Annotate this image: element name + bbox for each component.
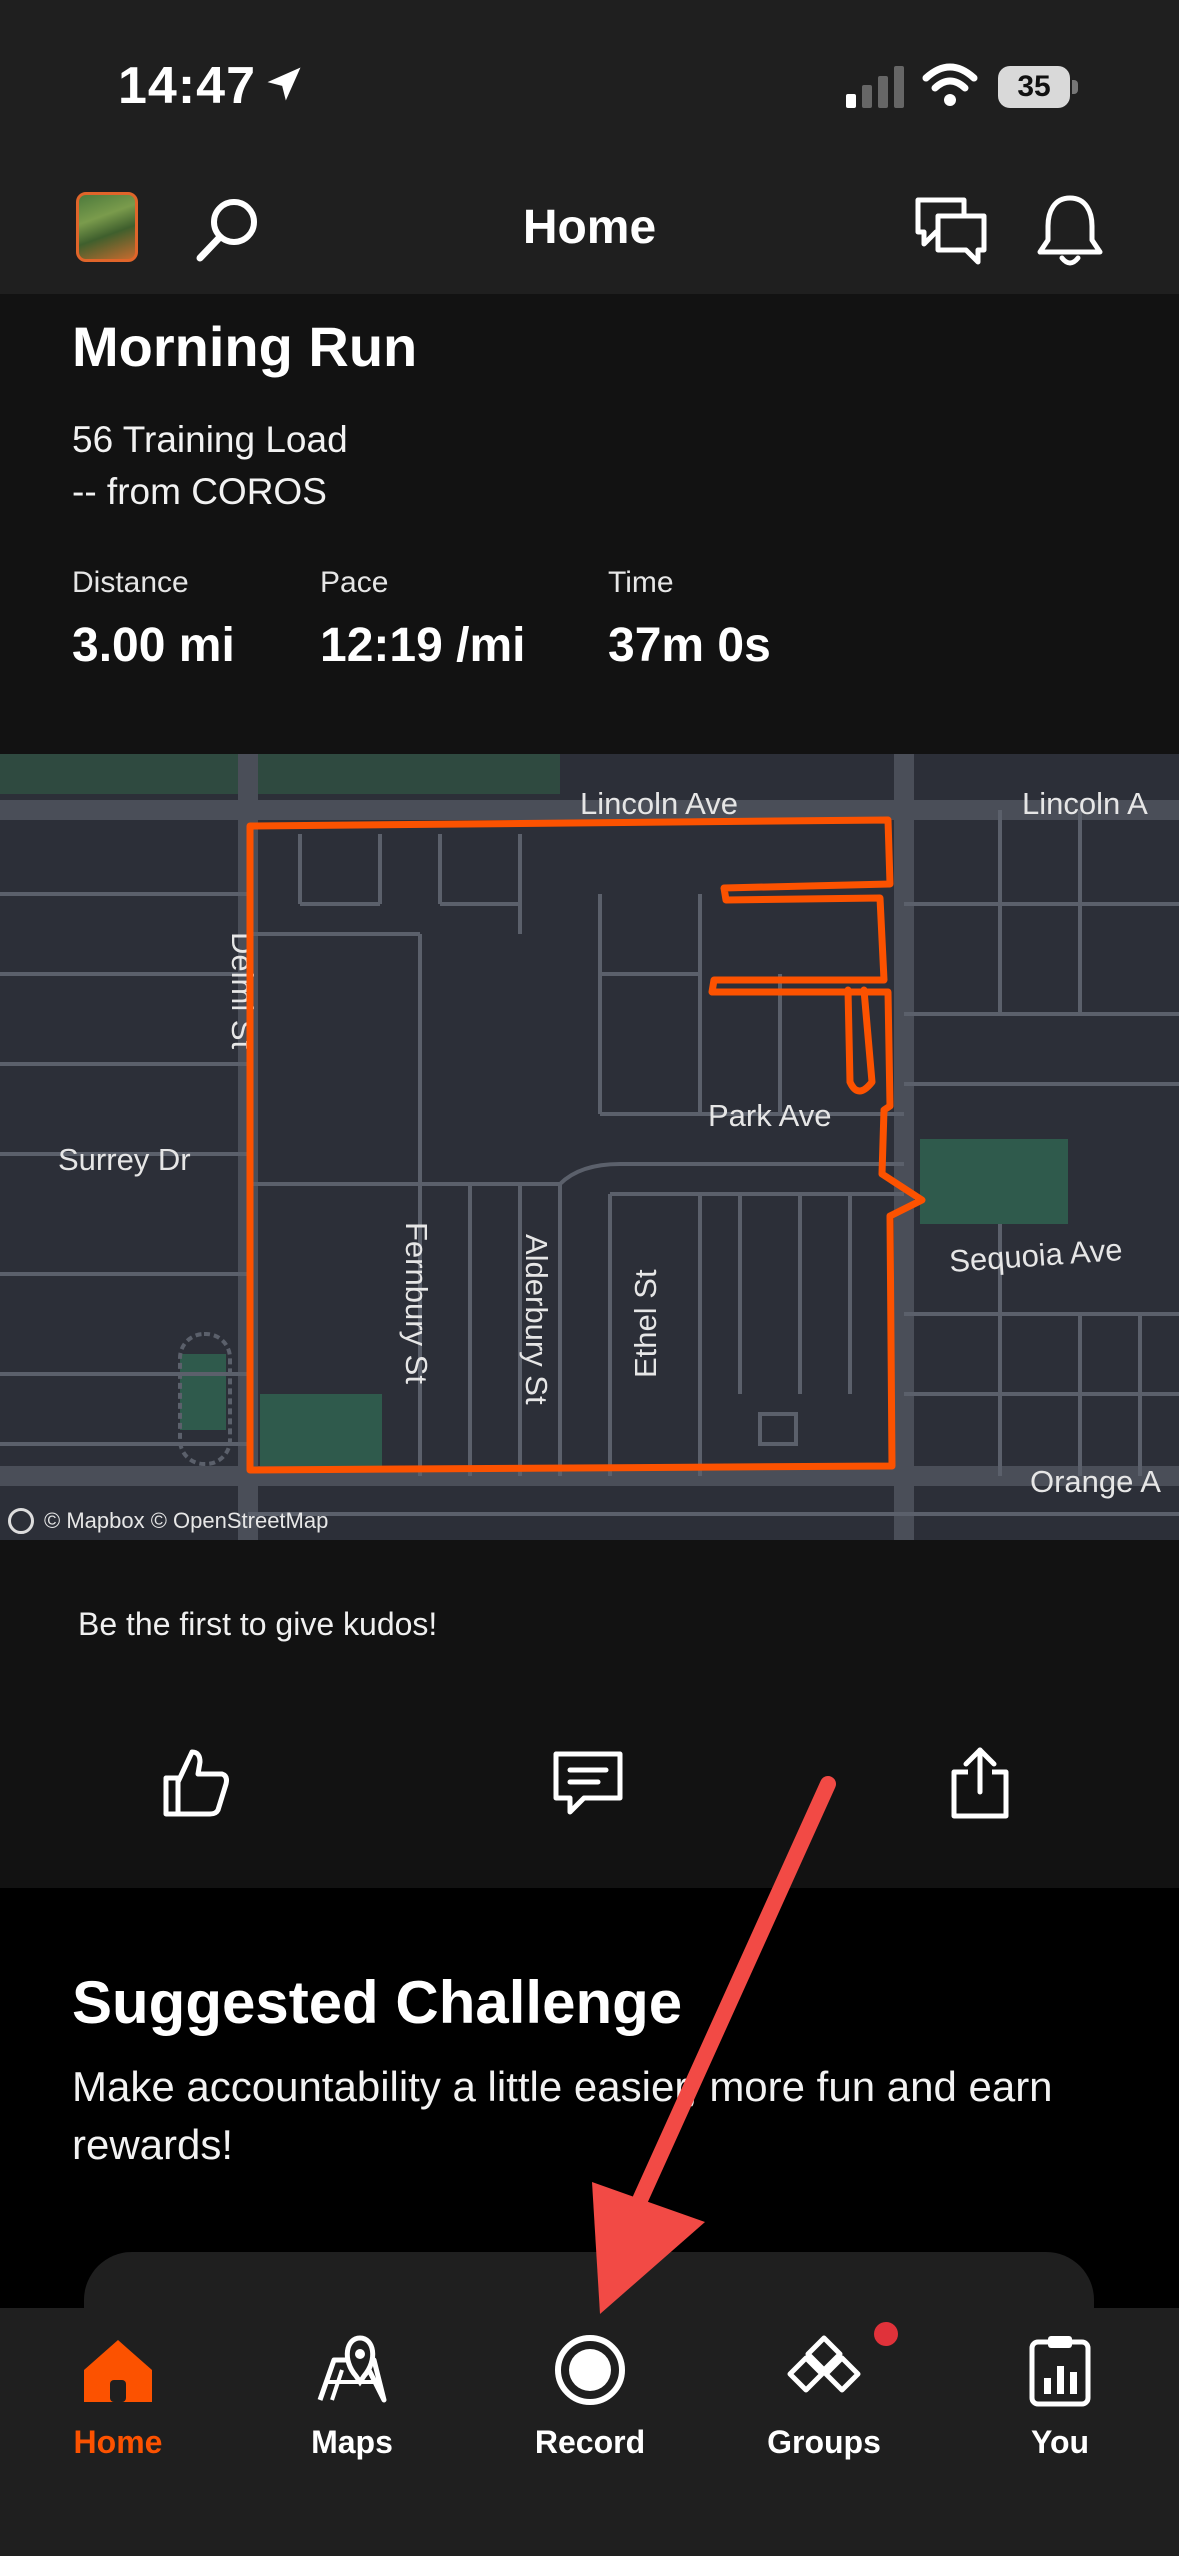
activity-card[interactable]: Morning Run 56 Training Load -- from COR…: [0, 294, 1179, 754]
share-icon[interactable]: [940, 1742, 1020, 1822]
street-label: Delmi St: [225, 932, 260, 1050]
stat-value: 37m 0s: [608, 619, 771, 672]
stat-value: 12:19 /mi: [320, 619, 526, 672]
tab-label: Groups: [767, 2424, 881, 2460]
challenge-title: Suggested Challenge: [72, 1969, 683, 2036]
tab-label: You: [1030, 2424, 1090, 2460]
stat-label: Distance: [72, 566, 189, 599]
street-label: Surrey Dr: [58, 1142, 191, 1177]
suggested-challenge-section: Suggested Challenge Make accountability …: [0, 1888, 1179, 2308]
stat-label: Time: [608, 566, 674, 599]
attribution-text[interactable]: © Mapbox © OpenStreetMap: [44, 1508, 328, 1534]
status-bar: 14:47 35: [0, 0, 1179, 170]
activity-social-bar: Be the first to give kudos!: [0, 1540, 1179, 1888]
street-label: Alderbury St: [519, 1234, 554, 1405]
street-label: Park Ave: [708, 1098, 832, 1133]
you-clipboard-icon: [1029, 2336, 1091, 2407]
training-load: 56 Training Load: [72, 419, 348, 460]
groups-icon: [787, 2335, 861, 2393]
route-map[interactable]: Lincoln Ave Lincoln A Surrey Dr Park Ave…: [0, 754, 1179, 1540]
stat-label: Pace: [320, 566, 389, 599]
stat-value: 3.00 mi: [72, 619, 235, 672]
mapbox-logo-icon: [8, 1508, 34, 1534]
battery-level: 35: [998, 66, 1070, 108]
street-label: Lincoln A: [1022, 786, 1148, 821]
home-icon: [84, 2340, 152, 2402]
stat-pace: Pace 12:19 /mi: [320, 566, 525, 673]
bottom-tab-bar: Home Maps Record Groups You: [0, 2308, 1179, 2556]
stat-time: Time 37m 0s: [608, 566, 771, 673]
map-attribution: © Mapbox © OpenStreetMap: [8, 1508, 328, 1534]
street-label: Lincoln Ave: [580, 786, 738, 821]
tab-home[interactable]: Home: [18, 2330, 218, 2480]
tab-you[interactable]: You: [960, 2330, 1160, 2480]
challenge-description: Make accountability a little easier, mor…: [72, 2063, 1053, 2168]
record-icon: [555, 2335, 625, 2405]
kudos-prompt: Be the first to give kudos!: [78, 1606, 438, 1642]
groups-notification-badge: [874, 2322, 898, 2346]
location-arrow-icon: [267, 67, 301, 101]
street-label: Ethel St: [628, 1269, 663, 1378]
status-time: 14:47: [118, 57, 256, 115]
cellular-signal-icon: [846, 66, 904, 108]
activity-title[interactable]: Morning Run: [72, 314, 417, 379]
route-line: [246, 816, 926, 1474]
tab-maps[interactable]: Maps: [252, 2330, 452, 2480]
maps-icon: [317, 2335, 387, 2403]
activity-source: -- from COROS: [72, 471, 327, 512]
tab-label: Record: [534, 2424, 646, 2460]
tab-record[interactable]: Record: [490, 2330, 690, 2480]
map-canvas: Lincoln Ave Lincoln A Surrey Dr Park Ave…: [0, 754, 1179, 1540]
comment-icon[interactable]: [548, 1742, 628, 1822]
tab-groups[interactable]: Groups: [724, 2330, 924, 2480]
page-title: Home: [522, 201, 657, 254]
street-label: Orange A: [1030, 1464, 1161, 1499]
tab-label: Home: [73, 2424, 163, 2460]
wifi-icon: [922, 63, 978, 106]
kudos-thumbs-up-icon[interactable]: [156, 1742, 236, 1822]
top-nav-bar: Home: [0, 170, 1179, 294]
activity-description: 56 Training Load -- from COROS: [72, 414, 348, 518]
notifications-bell-icon[interactable]: [1030, 190, 1110, 270]
stat-distance: Distance 3.00 mi: [72, 566, 235, 673]
battery-icon: 35: [998, 66, 1078, 108]
tab-label: Maps: [311, 2424, 393, 2460]
messages-icon[interactable]: [912, 192, 990, 270]
street-label: Fernbury St: [399, 1222, 434, 1384]
street-label: Sequoia Ave: [948, 1232, 1124, 1279]
